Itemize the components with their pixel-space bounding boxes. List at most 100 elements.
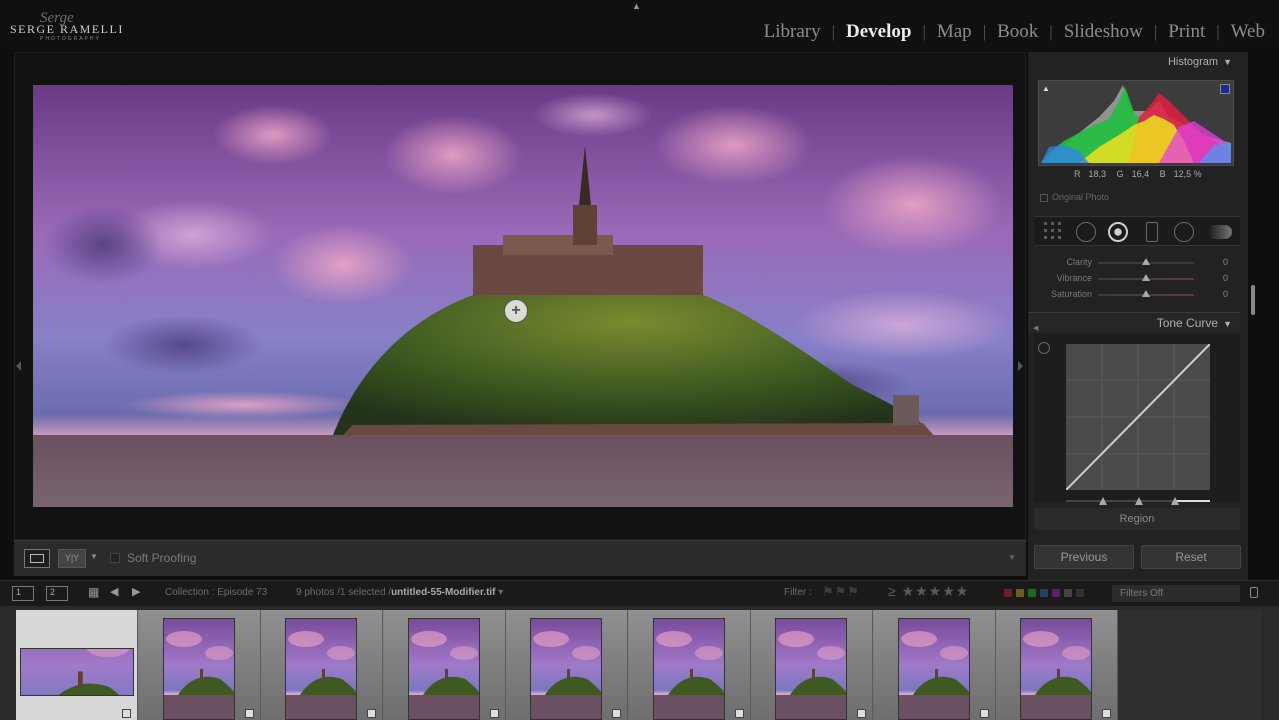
edited-badge-icon (857, 709, 866, 718)
histogram-header[interactable]: Histogram ▼ (1028, 56, 1240, 74)
rating-filter-stars[interactable]: ≥ ★★★★★ (888, 583, 969, 600)
edited-badge-icon (1102, 709, 1111, 718)
saturation-label: Saturation (1050, 289, 1092, 299)
histogram-title: Histogram (1167, 56, 1219, 68)
graduated-filter-icon[interactable] (1146, 222, 1158, 242)
photo-thumbnail[interactable] (897, 618, 970, 720)
filmstrip-frame[interactable] (383, 610, 506, 720)
vibrance-slider[interactable]: Vibrance 0 (1028, 272, 1240, 286)
module-develop[interactable]: Develop (846, 21, 911, 43)
adjustment-brush-icon[interactable] (1208, 225, 1232, 239)
filmstrip-frame[interactable] (506, 610, 628, 720)
saturation-thumb[interactable] (1142, 290, 1150, 297)
module-web[interactable]: Web (1231, 21, 1265, 43)
tone-curve-split-sliders (1066, 492, 1210, 505)
clarity-value[interactable]: 0 (1223, 257, 1228, 267)
tone-curve-graph[interactable] (1065, 343, 1211, 491)
toolbar-options-icon[interactable]: ▼ (1008, 553, 1016, 562)
photo-thumbnail[interactable] (530, 618, 602, 720)
develop-right-panel: Histogram ▼ ▲ R 18,3 G 16,4 B 12,5 % Origina… (1028, 52, 1248, 580)
vibrance-value[interactable]: 0 (1223, 273, 1228, 283)
target-adjust-icon[interactable] (1038, 342, 1050, 354)
grid-icon[interactable]: ▦ (88, 585, 99, 599)
scrollbar-thumb[interactable] (1251, 285, 1255, 315)
color-label-filter[interactable] (1004, 589, 1094, 599)
edited-badge-icon (122, 709, 131, 718)
clarity-thumb[interactable] (1142, 258, 1150, 265)
filmstrip-empty-area (1118, 610, 1261, 720)
module-book[interactable]: Book (997, 21, 1038, 43)
photo-thumbnail[interactable] (20, 648, 134, 696)
saturation-slider[interactable]: Saturation 0 (1028, 288, 1240, 302)
photo-preview[interactable]: + (33, 85, 1013, 507)
histogram[interactable]: ▲ (1038, 80, 1234, 166)
filmstrip-frame[interactable] (138, 610, 261, 720)
secondary-window-icon[interactable]: 2 (46, 586, 68, 601)
flag-filter-icons[interactable]: ⚑⚑⚑ (822, 584, 860, 600)
highlight-clipping-icon[interactable] (1220, 84, 1230, 94)
photo-thumbnail[interactable] (162, 618, 235, 720)
filmstrip-thumbnails (16, 610, 1118, 720)
edited-badge-icon (367, 709, 376, 718)
edited-badge-icon (734, 709, 744, 718)
filmstrip-frame[interactable] (261, 610, 383, 720)
module-slideshow[interactable]: Slideshow (1064, 21, 1143, 43)
back-arrow-icon[interactable]: ◀ (110, 585, 118, 598)
original-photo-checkbox[interactable] (1040, 193, 1048, 202)
filmstrip-frame[interactable] (16, 610, 138, 720)
crop-tool-icon[interactable] (1044, 222, 1064, 242)
edited-badge-icon (612, 709, 621, 718)
compare-view-icon[interactable]: Y|Y (58, 549, 86, 568)
filmstrip-frame[interactable] (873, 610, 996, 720)
filmstrip-header: 1 2 ▦ ◀ ▶ Collection : Episode 73 9 phot… (0, 580, 1279, 606)
soft-proofing-checkbox[interactable] (110, 553, 120, 563)
reset-button[interactable]: Reset (1141, 545, 1241, 569)
compare-dropdown-icon[interactable]: ▼ (90, 552, 98, 561)
tone-curve-panel (1034, 334, 1240, 505)
shadow-clipping-icon[interactable]: ▲ (1042, 84, 1050, 93)
clarity-slider[interactable]: Clarity 0 (1028, 256, 1240, 270)
filmstrip-frame[interactable] (996, 610, 1118, 720)
radial-filter-icon[interactable] (1174, 222, 1194, 242)
zoom-cursor-icon: + (504, 299, 528, 323)
develop-toolbar: Y|Y ▼ Soft Proofing ▼ (14, 540, 1026, 576)
photo-thumbnail[interactable] (1020, 618, 1092, 720)
previous-button[interactable]: Previous (1034, 545, 1134, 569)
right-panel-toggle-icon[interactable] (1018, 361, 1023, 371)
top-bar: Serge SERGE RAMELLI PHOTOGRAPHY ▲ Librar… (0, 0, 1279, 50)
original-photo-toggle[interactable]: Original Photo (1040, 192, 1109, 202)
collapse-icon[interactable]: ▼ (1223, 57, 1232, 67)
filter-presets-dropdown[interactable]: Filters Off (1112, 585, 1240, 602)
presence-section: Clarity 0 Vibrance 0 Saturation 0 (1028, 252, 1240, 304)
module-print[interactable]: Print (1168, 21, 1205, 43)
red-eye-icon[interactable] (1108, 222, 1128, 242)
collection-source[interactable]: Collection : Episode 73 (165, 587, 267, 598)
module-library[interactable]: Library (764, 21, 821, 43)
rating-stars[interactable]: ★★★★★ (902, 583, 970, 599)
collapse-icon[interactable]: ▼ (1223, 319, 1232, 329)
loupe-view-icon[interactable] (24, 549, 50, 568)
develop-canvas[interactable]: + (14, 52, 1026, 540)
filmstrip-frame[interactable] (751, 610, 873, 720)
filmstrip-frame[interactable] (628, 610, 751, 720)
photo-thumbnail[interactable] (407, 618, 480, 720)
spot-removal-icon[interactable] (1076, 222, 1096, 242)
photo-count[interactable]: 9 photos /1 selected /untitled-55-Modifi… (296, 587, 503, 598)
photo-thumbnail[interactable] (775, 618, 847, 720)
saturation-value[interactable]: 0 (1223, 289, 1228, 299)
photo-thumbnail[interactable] (652, 618, 725, 720)
vibrance-thumb[interactable] (1142, 274, 1150, 281)
photo-thumbnail[interactable] (285, 618, 357, 720)
lock-icon[interactable] (1250, 587, 1258, 598)
soft-proofing-label: Soft Proofing (127, 551, 197, 565)
primary-window-icon[interactable]: 1 (12, 586, 34, 601)
left-panel-toggle-icon[interactable] (16, 361, 21, 371)
edited-badge-icon (979, 709, 989, 718)
tone-curve-header[interactable]: ◀ Tone Curve ▼ (1028, 312, 1240, 332)
histogram-readout: R 18,3 G 16,4 B 12,5 % (1074, 169, 1202, 179)
clarity-label: Clarity (1066, 257, 1092, 267)
module-map[interactable]: Map (937, 21, 972, 43)
forward-arrow-icon[interactable]: ▶ (132, 585, 140, 598)
collapse-top-panel-icon[interactable]: ▲ (632, 1, 641, 11)
filmstrip (0, 606, 1279, 720)
